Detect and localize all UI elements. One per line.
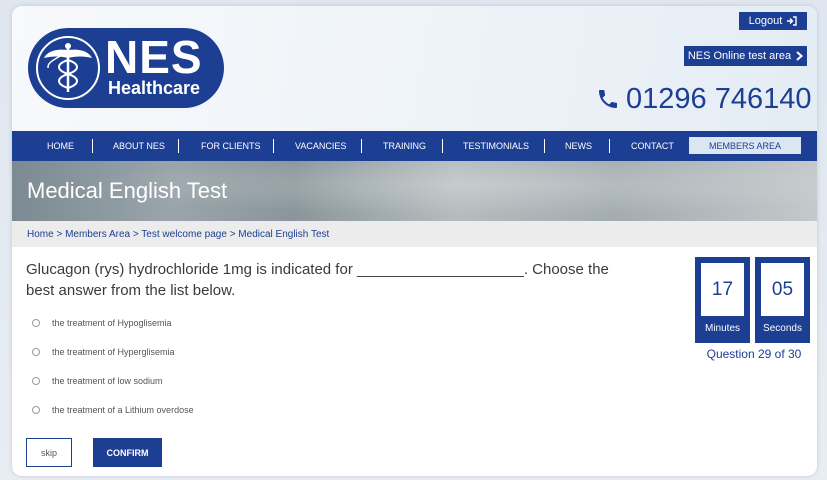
logout-icon bbox=[787, 16, 798, 26]
phone-number[interactable]: 01296 746140 bbox=[596, 82, 811, 116]
online-test-area-button[interactable]: NES Online test area bbox=[684, 46, 807, 66]
confirm-button[interactable]: CONFIRM bbox=[93, 438, 162, 467]
answer-option-label: the treatment of low sodium bbox=[52, 376, 163, 386]
online-test-area-label: NES Online test area bbox=[687, 50, 792, 62]
phone-icon bbox=[599, 90, 617, 108]
answer-option-label: the treatment of Hypoglisemia bbox=[52, 318, 172, 328]
answer-option[interactable]: the treatment of low sodium bbox=[32, 374, 332, 388]
logout-button[interactable]: Logout bbox=[739, 12, 807, 30]
logout-label: Logout bbox=[748, 15, 783, 27]
radio-button[interactable] bbox=[32, 348, 40, 356]
logo-subtitle: Healthcare bbox=[108, 78, 201, 98]
nav-item-testimonials[interactable]: TESTIMONIALS bbox=[463, 131, 529, 161]
breadcrumb[interactable]: Home > Members Area > Test welcome page … bbox=[12, 221, 817, 247]
answer-option[interactable]: the treatment of a Lithium overdose bbox=[32, 403, 332, 417]
timer-seconds-label: Seconds bbox=[763, 323, 802, 334]
site-header: NES Healthcare Logout NES Online test ar… bbox=[12, 6, 817, 131]
nav-item-vacancies[interactable]: VACANCIES bbox=[295, 131, 346, 161]
nav-separator bbox=[609, 139, 610, 153]
nav-separator bbox=[273, 139, 274, 153]
page-banner: Medical English Test bbox=[12, 161, 817, 221]
phone-number-text: 01296 746140 bbox=[626, 82, 812, 115]
skip-button[interactable]: skip bbox=[26, 438, 72, 467]
timer-seconds: 05 Seconds bbox=[755, 257, 810, 343]
nav-separator bbox=[442, 139, 443, 153]
nes-healthcare-logo[interactable]: NES Healthcare bbox=[28, 28, 224, 108]
timer-seconds-value: 05 bbox=[761, 263, 804, 316]
answer-option[interactable]: the treatment of Hypoglisemia bbox=[32, 316, 332, 330]
timer-minutes-label: Minutes bbox=[704, 323, 740, 334]
page: NES Healthcare Logout NES Online test ar… bbox=[12, 6, 817, 476]
question-progress: Question 29 of 30 bbox=[706, 347, 802, 361]
nav-item-for-clients[interactable]: FOR CLIENTS bbox=[201, 131, 261, 161]
radio-button[interactable] bbox=[32, 406, 40, 414]
nav-item-home[interactable]: HOME bbox=[47, 131, 74, 161]
nav-item-about[interactable]: ABOUT NES bbox=[113, 131, 165, 161]
question-text: Glucagon (rys) hydrochloride 1mg is indi… bbox=[26, 261, 609, 299]
nav-separator bbox=[92, 139, 93, 153]
nav-separator bbox=[544, 139, 545, 153]
timer-minutes-value: 17 bbox=[701, 263, 744, 316]
logo-title: NES bbox=[105, 31, 203, 83]
page-title: Medical English Test bbox=[27, 178, 228, 203]
nav-separator bbox=[178, 139, 179, 153]
caduceus-emblem-icon bbox=[36, 36, 100, 100]
main-nav: HOME ABOUT NES FOR CLIENTS VACANCIES TRA… bbox=[12, 131, 817, 161]
radio-button[interactable] bbox=[32, 319, 40, 327]
radio-button[interactable] bbox=[32, 377, 40, 385]
timer-minutes: 17 Minutes bbox=[695, 257, 750, 343]
nav-item-training[interactable]: TRAINING bbox=[383, 131, 426, 161]
chevron-right-icon bbox=[796, 51, 804, 61]
answer-option[interactable]: the treatment of Hyperglisemia bbox=[32, 345, 332, 359]
nav-item-contact[interactable]: CONTACT bbox=[631, 131, 674, 161]
nav-separator bbox=[361, 139, 362, 153]
answer-option-label: the treatment of a Lithium overdose bbox=[52, 405, 194, 415]
nav-item-members-area[interactable]: MEMBERS AREA bbox=[689, 137, 801, 154]
answer-option-label: the treatment of Hyperglisemia bbox=[52, 347, 175, 357]
nav-item-news[interactable]: NEWS bbox=[565, 131, 592, 161]
